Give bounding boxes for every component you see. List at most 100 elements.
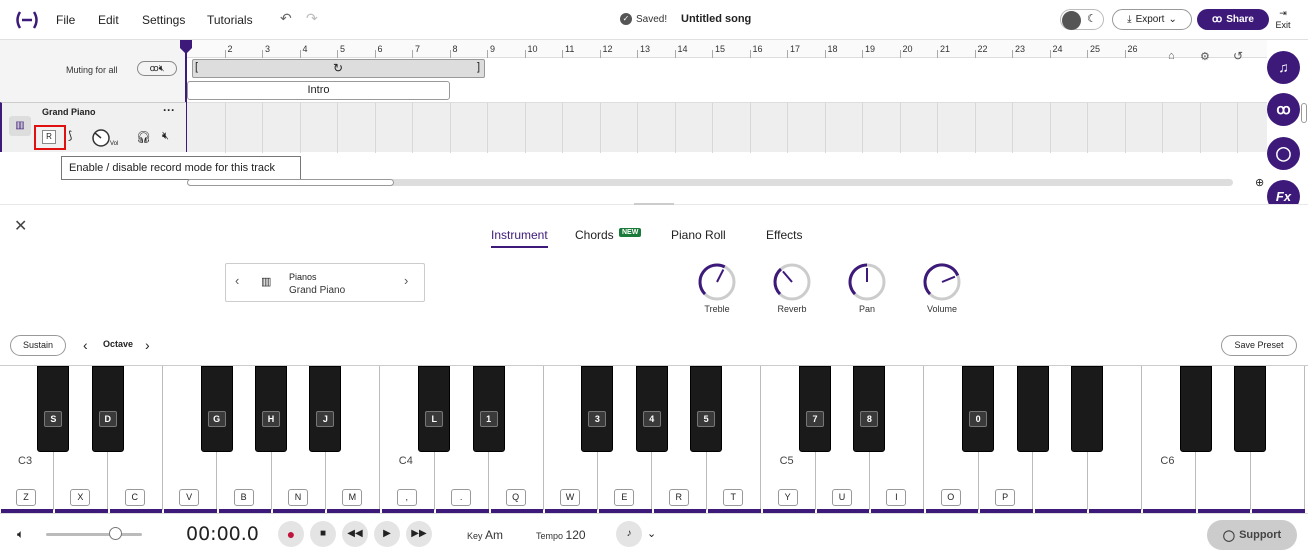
- black-key[interactable]: [309, 366, 342, 452]
- knob-treble[interactable]: [697, 262, 737, 302]
- more-icon[interactable]: ···: [163, 103, 175, 117]
- black-key[interactable]: [690, 366, 723, 452]
- ruler-tick-label: 20: [902, 44, 913, 54]
- track-grid[interactable]: [187, 102, 1267, 153]
- knob-volume[interactable]: [922, 262, 962, 302]
- export-button[interactable]: ⤓ Export ⌄: [1112, 9, 1192, 30]
- menu-settings[interactable]: Settings: [142, 13, 185, 27]
- theme-toggle[interactable]: ☾: [1060, 9, 1104, 30]
- knob-pan[interactable]: [847, 262, 887, 302]
- menu-tutorials[interactable]: Tutorials: [207, 13, 253, 27]
- zoom-in-icon[interactable]: ⊕: [1255, 176, 1264, 189]
- tab-chords[interactable]: Chords: [575, 228, 614, 242]
- track-name[interactable]: Grand Piano: [42, 107, 96, 117]
- black-key[interactable]: [853, 366, 886, 452]
- automation-icon[interactable]: ⟆: [68, 129, 72, 142]
- rewind-button[interactable]: ◀◀: [342, 521, 368, 547]
- tab-effects[interactable]: Effects: [766, 228, 802, 242]
- save-preset-button[interactable]: Save Preset: [1221, 335, 1297, 356]
- share-button[interactable]: ꝏ Share: [1197, 9, 1269, 30]
- next-instrument-icon[interactable]: ›: [404, 273, 408, 288]
- music-note-icon[interactable]: ♫: [1267, 51, 1300, 84]
- song-title[interactable]: Untitled song: [681, 13, 751, 25]
- mute-icon[interactable]: 🔇︎: [162, 130, 169, 143]
- master-volume-handle[interactable]: [109, 527, 122, 540]
- close-icon[interactable]: ✕: [14, 216, 27, 236]
- tab-instrument[interactable]: Instrument: [491, 228, 548, 248]
- master-volume-slider[interactable]: [46, 533, 142, 536]
- octave-down-icon[interactable]: ‹: [83, 337, 88, 353]
- speaker-icon[interactable]: 🔈︎: [17, 527, 24, 542]
- white-key-label: N: [288, 489, 308, 506]
- app-logo-icon[interactable]: [14, 10, 40, 30]
- black-key[interactable]: [962, 366, 995, 452]
- record-button[interactable]: ●: [278, 521, 304, 547]
- scrollbar-thumb[interactable]: [187, 179, 394, 186]
- black-key[interactable]: [200, 366, 233, 452]
- black-key[interactable]: [418, 366, 451, 452]
- grid-line: [1012, 103, 1013, 153]
- forward-button[interactable]: ▶▶: [406, 521, 432, 547]
- undo-icon[interactable]: ↶: [280, 10, 292, 27]
- support-button[interactable]: ◯ Support: [1207, 520, 1297, 550]
- white-key-label: M: [342, 489, 363, 506]
- ruler-tick-label: 22: [977, 44, 988, 54]
- octave-up-icon[interactable]: ›: [145, 337, 150, 353]
- black-key[interactable]: [1071, 366, 1103, 452]
- black-key[interactable]: [581, 366, 614, 452]
- tempo-info[interactable]: Tempo 120: [536, 528, 586, 542]
- record-tooltip: Enable / disable record mode for this tr…: [61, 156, 301, 180]
- menu-file[interactable]: File: [56, 13, 75, 27]
- download-icon: ⤓: [1127, 14, 1132, 25]
- chevron-down-icon[interactable]: ⌄: [647, 527, 656, 540]
- white-key-label: Q: [505, 489, 526, 506]
- menu-edit[interactable]: Edit: [98, 13, 119, 27]
- ruler-tick-label: 26: [1127, 44, 1138, 54]
- vertical-scrollbar[interactable]: [1301, 103, 1307, 123]
- ruler-tick-label: 15: [715, 44, 726, 54]
- black-key[interactable]: [1179, 366, 1212, 452]
- black-key[interactable]: [635, 366, 668, 452]
- metronome-small-icon[interactable]: ⌂: [1168, 50, 1175, 62]
- black-key-label: L: [425, 411, 444, 427]
- stop-button[interactable]: ■: [310, 521, 336, 547]
- piano-icon[interactable]: ▥: [9, 116, 31, 136]
- gear-icon[interactable]: ⚙: [1200, 50, 1210, 63]
- black-key[interactable]: [1234, 366, 1267, 452]
- sustain-button[interactable]: Sustain: [10, 335, 66, 356]
- black-key-label: 1: [479, 411, 498, 427]
- metronome-icon[interactable]: ♪: [616, 521, 642, 547]
- support-label: Support: [1239, 529, 1282, 541]
- white-key-label: O: [940, 489, 961, 506]
- chat-icon[interactable]: ◯: [1267, 137, 1300, 170]
- headphones-icon[interactable]: 🎧︎: [136, 130, 151, 144]
- grid-line: [1049, 103, 1051, 153]
- section-intro[interactable]: Intro: [187, 81, 450, 100]
- tab-piano-roll[interactable]: Piano Roll: [671, 228, 726, 242]
- black-key[interactable]: [472, 366, 505, 452]
- key-info[interactable]: Key Am: [467, 528, 503, 542]
- white-key-label: Y: [777, 489, 798, 506]
- black-key[interactable]: [91, 366, 124, 452]
- exit-button[interactable]: ⇥ Exit: [1273, 7, 1293, 31]
- loop-icon[interactable]: ↻: [333, 61, 343, 75]
- black-key[interactable]: [37, 366, 70, 452]
- collab-icon[interactable]: ꝏ: [1267, 93, 1300, 126]
- ruler-tick-line: [637, 50, 638, 58]
- refresh-icon[interactable]: ↺: [1233, 49, 1243, 63]
- black-key[interactable]: [799, 366, 831, 452]
- timeline-ruler[interactable]: 2 3 4 5 6 7 8 9 10 11 12 13 14 15 16 17 18 19 20 21 22 23 24 25…: [187, 40, 1267, 58]
- mute-all-button[interactable]: ꝏ🔇︎: [137, 61, 177, 76]
- loop-start-icon[interactable]: [: [195, 61, 198, 73]
- loop-region[interactable]: [ ↻ ]: [192, 59, 485, 78]
- panel-resize-handle[interactable]: [634, 203, 674, 205]
- knob-reverb[interactable]: [772, 262, 812, 302]
- black-key[interactable]: [255, 366, 287, 452]
- prev-instrument-icon[interactable]: ‹: [235, 273, 239, 288]
- play-button[interactable]: ▶: [374, 521, 400, 547]
- ruler-tick-label: 2: [227, 44, 233, 54]
- black-key-label: 5: [697, 411, 716, 427]
- loop-end-icon[interactable]: ]: [477, 61, 480, 73]
- redo-icon[interactable]: ↷: [306, 10, 318, 27]
- black-key[interactable]: [1016, 366, 1049, 452]
